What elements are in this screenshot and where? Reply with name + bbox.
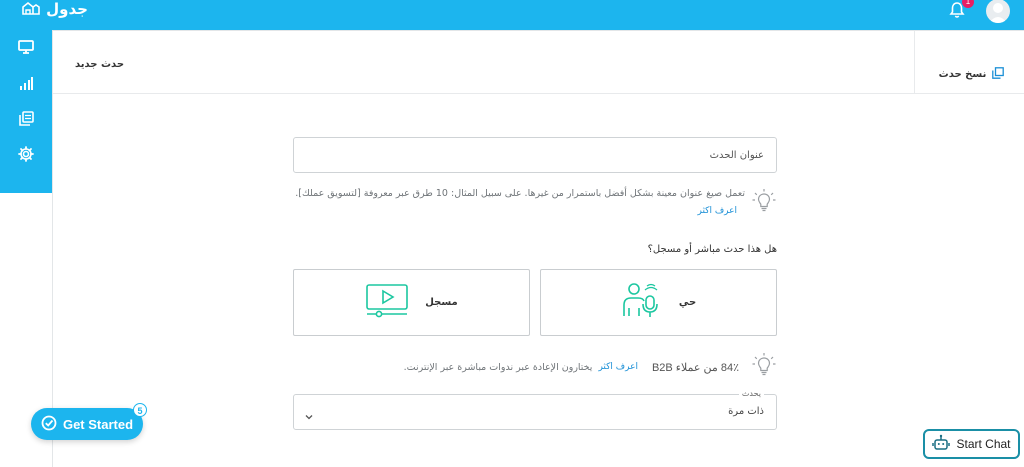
event-form: تعمل صيغ عنوان معينة بشكل أفضل باستمرار … — [291, 137, 777, 430]
live-or-recorded-question: هل هذا حدث مباشر أو مسجل؟ — [647, 244, 777, 255]
option-recorded[interactable]: مسجل — [293, 269, 530, 336]
video-player-icon — [365, 283, 409, 323]
logo-icon — [22, 0, 40, 19]
b2b-stat: 84٪ من عملاء B2B — [651, 361, 739, 374]
lightbulb-icon — [751, 352, 777, 382]
lightbulb-icon — [751, 188, 777, 218]
option-live-label: حي — [678, 297, 697, 308]
sidebar-item-dashboard[interactable] — [0, 30, 52, 66]
copy-event-label: نسخ حدث — [938, 69, 987, 80]
new-event-title: حدث جديد — [75, 59, 125, 70]
event-title-input[interactable] — [293, 137, 777, 173]
occurrence-select-value: ذات مرة — [728, 406, 764, 417]
sidebar-item-analytics[interactable] — [0, 66, 52, 102]
start-chat-button[interactable]: Start Chat — [923, 429, 1020, 459]
title-tip: تعمل صيغ عنوان معينة بشكل أفضل باستمرار … — [291, 185, 777, 220]
get-started-label: Get Started — [62, 416, 134, 432]
get-started-button[interactable]: Get Started 5 — [31, 403, 147, 440]
monitor-icon — [18, 39, 34, 58]
signal-bars-icon — [19, 75, 33, 94]
start-chat-label: Start Chat — [956, 437, 1011, 451]
event-card: حدث جديد نسخ حدث تعمل صيغ عنوان معينة بش… — [52, 30, 1024, 467]
copy-icon — [992, 67, 1005, 82]
option-live[interactable]: حي — [540, 269, 777, 336]
chat-bot-icon — [932, 434, 951, 455]
gear-icon — [18, 146, 34, 166]
chevron-down-icon — [304, 407, 314, 426]
title-tip-message: تعمل صيغ عنوان معينة بشكل أفضل باستمرار … — [295, 188, 745, 199]
brand-name: جدول — [46, 0, 88, 18]
recorded-tip-message: يختارون الإعادة عبر ندوات مباشرة عبر الإ… — [403, 361, 593, 373]
avatar[interactable] — [986, 0, 1010, 23]
learn-more-link-2[interactable]: اعرف اكثر — [598, 362, 638, 372]
presenter-mic-icon — [621, 282, 663, 324]
occurrence-select-label: يحدث — [738, 389, 764, 398]
recorded-tip: 84٪ من عملاء B2B اعرف اكثر يختارون الإعا… — [291, 352, 777, 382]
check-circle-icon — [41, 415, 57, 434]
brand[interactable]: جدول — [22, 0, 88, 18]
notifications-button[interactable]: 1 — [948, 0, 974, 23]
get-started-badge: 5 — [133, 403, 147, 417]
occurrence-select[interactable]: يحدث ذات مرة — [293, 389, 777, 430]
sidebar — [0, 30, 52, 174]
learn-more-link[interactable]: اعرف اكثر — [698, 206, 738, 216]
title-tip-text: تعمل صيغ عنوان معينة بشكل أفضل باستمرار … — [291, 185, 745, 220]
top-actions: 1 — [948, 0, 1010, 23]
copy-event-button[interactable]: نسخ حدث — [914, 31, 1024, 94]
option-recorded-label: مسجل — [425, 297, 458, 308]
card-header: حدث جديد نسخ حدث — [53, 31, 1024, 94]
sidebar-item-events[interactable] — [0, 102, 52, 138]
bell-icon — [948, 2, 966, 23]
copy-stack-icon — [18, 110, 34, 130]
sidebar-item-settings[interactable] — [0, 138, 52, 174]
notification-count-badge: 1 — [962, 0, 974, 8]
event-type-options: حي مسجل — [291, 269, 777, 336]
